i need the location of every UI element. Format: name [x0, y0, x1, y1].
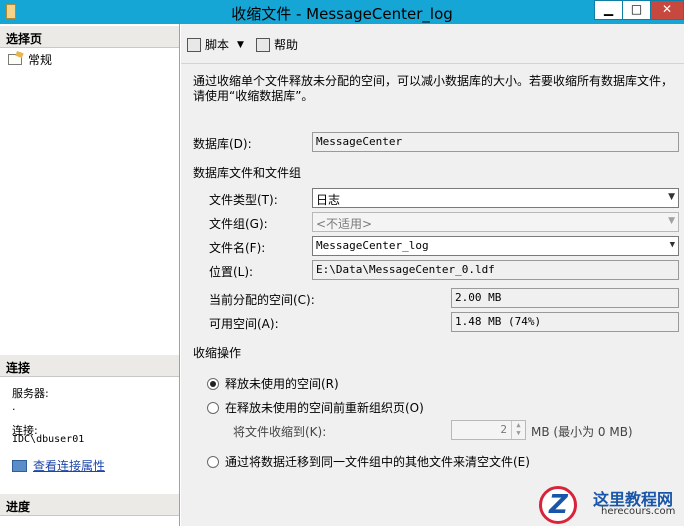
reorganize-label: 在释放未使用的空间前重新组织页(O)	[225, 401, 424, 415]
available-space-label: 可用空间(A):	[209, 317, 279, 331]
window-title: 收缩文件 - MessageCenter_log	[231, 5, 453, 23]
release-unused-label: 释放未使用的空间(R)	[225, 377, 339, 391]
filename-select[interactable]: MessageCenter_log ▼	[312, 236, 679, 256]
shrink-ops-heading: 收缩操作	[193, 346, 242, 360]
script-button[interactable]: 脚本 ▼	[187, 36, 244, 53]
radio-selected-icon	[207, 377, 219, 390]
main-pane: 脚本 ▼ 帮助 通过收缩单个文件释放未分配的空间，可以减小数据库的大小。若要收缩…	[181, 24, 684, 526]
description-text: 通过收缩单个文件释放未分配的空间，可以减小数据库的大小。若要收缩所有数据库文件，…	[193, 74, 674, 103]
close-button[interactable]: ✕	[650, 0, 684, 20]
site-watermark: Z 这里教程网 herecours.com	[533, 484, 684, 526]
location-label: 位置(L):	[209, 265, 254, 279]
server-value: .	[12, 400, 16, 413]
left-pane: 选择页 常规 连接 服务器: . 连接: IDC\dbuser01 查看连接属性…	[0, 24, 180, 526]
filename-value: MessageCenter_log	[316, 239, 429, 252]
connection-header: 连接	[0, 355, 179, 377]
server-label: 服务器:	[12, 387, 49, 400]
allocated-space-field: 2.00 MB	[451, 288, 679, 308]
radio-unselected-icon	[207, 401, 219, 414]
chevron-down-icon: ▼	[668, 216, 675, 226]
properties-icon	[12, 459, 27, 472]
watermark-logo: Z	[539, 486, 577, 524]
progress-header: 进度	[0, 494, 179, 516]
help-icon	[256, 37, 270, 52]
minimize-button[interactable]: ▁	[594, 0, 623, 20]
page-item-general[interactable]: 常规	[8, 51, 52, 68]
logo-letter: Z	[549, 490, 568, 520]
script-icon	[187, 37, 201, 52]
maximize-button[interactable]: □	[622, 0, 651, 20]
stepper-arrows-icon: ▲ ▼	[511, 421, 525, 439]
location-field: E:\Data\MessageCenter_0.ldf	[312, 260, 679, 280]
toolbar: 脚本 ▼ 帮助	[181, 24, 684, 64]
shrink-to-value: 2	[500, 423, 507, 436]
help-label: 帮助	[274, 38, 299, 52]
database-field: MessageCenter	[312, 132, 679, 152]
filegroup-select: <不适用> ▼	[312, 212, 679, 232]
shrink-to-stepper: 2 ▲ ▼	[451, 420, 526, 440]
radio-unselected-icon	[207, 455, 219, 468]
filegroup-value: <不适用>	[316, 217, 373, 231]
empty-file-label: 通过将数据迁移到同一文件组中的其他文件来清空文件(E)	[225, 455, 530, 469]
allocated-space-label: 当前分配的空间(C):	[209, 293, 315, 307]
page-icon	[8, 54, 22, 65]
available-space-field: 1.48 MB (74%)	[451, 312, 679, 332]
reorganize-radio[interactable]: 在释放未使用的空间前重新组织页(O)	[207, 399, 424, 416]
shrink-to-label: 将文件收缩到(K):	[233, 425, 327, 439]
chevron-down-icon: ▼	[668, 192, 675, 202]
watermark-site-url: herecours.com	[601, 506, 676, 517]
shrink-to-unit: MB (最小为 0 MB)	[531, 425, 633, 439]
title-bar: 收缩文件 - MessageCenter_log ▁ □ ✕	[0, 0, 684, 24]
database-label: 数据库(D):	[193, 137, 252, 151]
file-type-select[interactable]: 日志 ▼	[312, 188, 679, 208]
files-group-heading: 数据库文件和文件组	[193, 166, 302, 180]
view-connection-properties[interactable]: 查看连接属性	[12, 457, 105, 474]
script-label: 脚本	[205, 38, 230, 52]
filegroup-label: 文件组(G):	[209, 217, 268, 231]
filename-label: 文件名(F):	[209, 241, 266, 255]
connection-value: IDC\dbuser01	[12, 434, 85, 445]
file-type-label: 文件类型(T):	[209, 193, 278, 207]
chevron-down-icon: ▼	[669, 240, 675, 250]
view-connection-properties-link[interactable]: 查看连接属性	[33, 457, 105, 474]
select-page-header: 选择页	[0, 26, 179, 48]
release-unused-radio[interactable]: 释放未使用的空间(R)	[207, 375, 339, 392]
page-item-label: 常规	[28, 53, 53, 67]
help-button[interactable]: 帮助	[256, 36, 298, 53]
file-type-value: 日志	[316, 193, 341, 207]
empty-file-radio[interactable]: 通过将数据迁移到同一文件组中的其他文件来清空文件(E)	[207, 453, 530, 470]
chevron-down-icon[interactable]: ▼	[237, 40, 244, 50]
